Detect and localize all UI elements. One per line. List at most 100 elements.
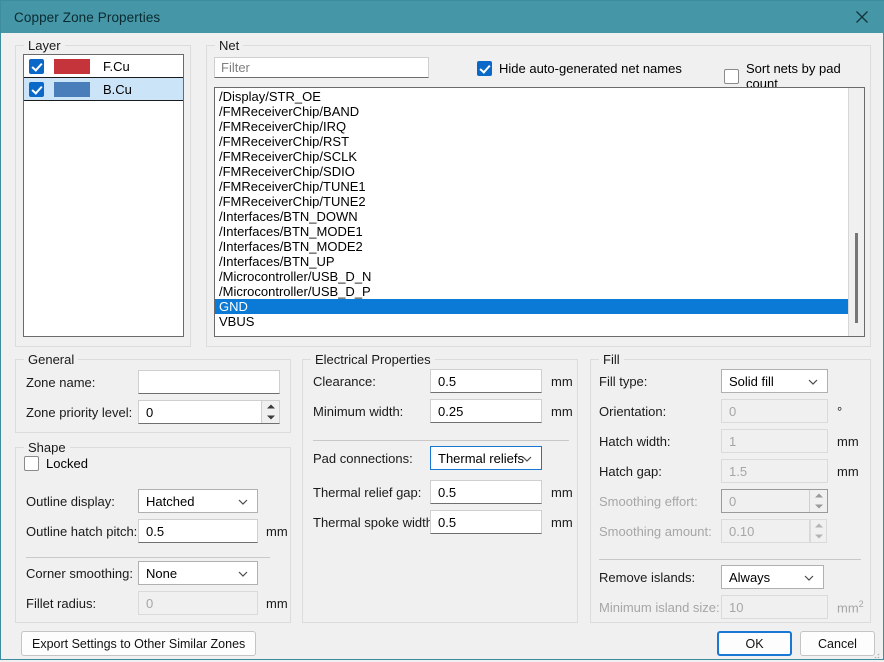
checkbox-box[interactable]: [724, 68, 739, 84]
resize-grip[interactable]: [870, 647, 880, 659]
layer-row[interactable]: F.Cu: [24, 55, 183, 77]
hatch-gap-input: [721, 459, 828, 483]
hatch-width-unit: mm: [837, 433, 859, 449]
outline-display-dropdown[interactable]: Hatched: [138, 489, 258, 513]
zone-priority-value: 0: [139, 401, 261, 423]
minimum-island-size-unit: mm2: [837, 598, 864, 616]
cancel-button[interactable]: Cancel: [800, 631, 875, 656]
net-list-item[interactable]: /FMReceiverChip/SDIO: [215, 164, 849, 179]
minimum-width-input[interactable]: [430, 399, 542, 423]
net-group: Net Hide auto-generated net names Sort n…: [206, 38, 871, 347]
electrical-properties-group: Electrical Properties Clearance: mm Mini…: [302, 352, 578, 623]
net-list-item[interactable]: /Interfaces/BTN_MODE1: [215, 224, 849, 239]
remove-islands-dropdown[interactable]: Always: [721, 565, 824, 589]
fill-type-dropdown[interactable]: Solid fill: [721, 369, 828, 393]
smoothing-amount-spin-buttons: [810, 519, 827, 543]
zone-priority-stepper[interactable]: 0: [138, 400, 280, 424]
locked-checkbox[interactable]: Locked: [24, 456, 88, 471]
fillet-radius-label: Fillet radius:: [26, 595, 97, 611]
thermal-spoke-width-row: Thermal spoke width: mm: [313, 510, 573, 534]
clearance-row: Clearance: mm: [313, 369, 573, 393]
smoothing-effort-stepper: 0: [721, 489, 828, 513]
layer-row[interactable]: B.Cu: [24, 77, 183, 101]
smoothing-amount-input: [721, 519, 810, 543]
pad-connections-label: Pad connections:: [313, 450, 413, 466]
net-list-item[interactable]: /FMReceiverChip/TUNE1: [215, 179, 849, 194]
electrical-group-title: Electrical Properties: [311, 352, 435, 367]
spin-down-icon[interactable]: [262, 412, 279, 423]
pad-connections-row: Pad connections: Thermal reliefs: [313, 446, 542, 470]
net-list-item[interactable]: /FMReceiverChip/BAND: [215, 104, 849, 119]
outline-hatch-pitch-input[interactable]: [138, 519, 258, 543]
spin-down-icon: [810, 501, 827, 512]
smoothing-effort-value: 0: [722, 490, 809, 512]
fillet-radius-input: [138, 591, 258, 615]
zone-priority-spin-buttons[interactable]: [261, 401, 279, 423]
layer-label: B.Cu: [103, 81, 132, 97]
net-item-container: /Display/STR_OE /FMReceiverChip/BAND /FM…: [215, 88, 849, 329]
smoothing-effort-row: Smoothing effort: 0: [599, 489, 828, 513]
net-list-item[interactable]: /Interfaces/BTN_MODE2: [215, 239, 849, 254]
shape-group-title: Shape: [24, 440, 70, 455]
checkbox-label: Hide auto-generated net names: [499, 61, 682, 76]
fillet-radius-unit: mm: [266, 595, 288, 611]
electrical-separator: [313, 440, 569, 441]
net-list-item[interactable]: /FMReceiverChip/TUNE2: [215, 194, 849, 209]
corner-smoothing-dropdown[interactable]: None: [138, 561, 258, 585]
spin-down-icon: [811, 531, 826, 542]
thermal-spoke-width-input[interactable]: [430, 510, 542, 534]
net-filter-input[interactable]: [214, 57, 429, 78]
ok-button[interactable]: OK: [717, 631, 792, 656]
outline-display-label: Outline display:: [26, 493, 115, 509]
hide-auto-generated-net-names-checkbox[interactable]: Hide auto-generated net names: [477, 61, 682, 76]
net-list-item[interactable]: /Interfaces/BTN_UP: [215, 254, 849, 269]
net-list-scrollbar[interactable]: [848, 88, 864, 336]
net-list-scrollbar-thumb[interactable]: [855, 233, 858, 323]
net-group-title: Net: [215, 38, 244, 53]
hatch-gap-label: Hatch gap:: [599, 463, 662, 479]
remove-islands-row: Remove islands: Always: [599, 565, 824, 589]
minimum-island-size-label: Minimum island size:: [599, 599, 720, 615]
clearance-input[interactable]: [430, 369, 542, 393]
close-icon[interactable]: [839, 1, 884, 33]
layer-group-title: Layer: [24, 38, 65, 53]
zone-name-input[interactable]: [138, 370, 280, 394]
fill-type-label: Fill type:: [599, 373, 648, 389]
net-list-item[interactable]: /Microcontroller/USB_D_P: [215, 284, 849, 299]
checkbox-box[interactable]: [477, 61, 492, 76]
net-list-item[interactable]: /Interfaces/BTN_DOWN: [215, 209, 849, 224]
layer-label: F.Cu: [103, 58, 130, 74]
spin-up-icon[interactable]: [262, 401, 279, 412]
export-settings-button[interactable]: Export Settings to Other Similar Zones: [21, 631, 257, 656]
thermal-relief-gap-input[interactable]: [430, 480, 542, 504]
general-group-title: General: [24, 352, 79, 367]
corner-smoothing-value: None: [146, 565, 178, 581]
window-title: Copper Zone Properties: [14, 9, 161, 25]
remove-islands-label: Remove islands:: [599, 569, 696, 585]
layer-list[interactable]: F.Cu B.Cu: [23, 54, 184, 337]
outline-display-row: Outline display: Hatched: [26, 489, 258, 513]
net-listbox[interactable]: /Display/STR_OE /FMReceiverChip/BAND /FM…: [214, 87, 865, 337]
net-list-item[interactable]: /FMReceiverChip/IRQ: [215, 119, 849, 134]
net-list-item[interactable]: /Display/STR_OE: [215, 89, 849, 104]
chevron-down-icon: [804, 570, 814, 585]
hatch-gap-unit: mm: [837, 463, 859, 479]
smoothing-effort-label: Smoothing effort:: [599, 493, 698, 509]
checkbox-box[interactable]: [24, 456, 39, 471]
spin-up-icon: [811, 520, 826, 531]
smoothing-effort-spin-buttons: [809, 490, 827, 512]
spin-up-icon: [810, 490, 827, 501]
net-list-item[interactable]: /Microcontroller/USB_D_N: [215, 269, 849, 284]
hatch-width-input: [721, 429, 828, 453]
shape-separator: [26, 557, 270, 558]
layer-checkbox-bcu[interactable]: [29, 81, 44, 97]
net-list-item[interactable]: /FMReceiverChip/RST: [215, 134, 849, 149]
net-list-item[interactable]: VBUS: [215, 314, 849, 329]
chevron-down-icon: [238, 494, 248, 509]
zone-priority-row: Zone priority level: 0: [26, 400, 280, 424]
net-list-item[interactable]: /FMReceiverChip/SCLK: [215, 149, 849, 164]
pad-connections-dropdown[interactable]: Thermal reliefs: [430, 446, 542, 470]
layer-checkbox-fcu[interactable]: [29, 58, 44, 74]
net-list-item-selected[interactable]: GND: [215, 299, 849, 314]
smoothing-amount-label: Smoothing amount:: [599, 523, 712, 539]
